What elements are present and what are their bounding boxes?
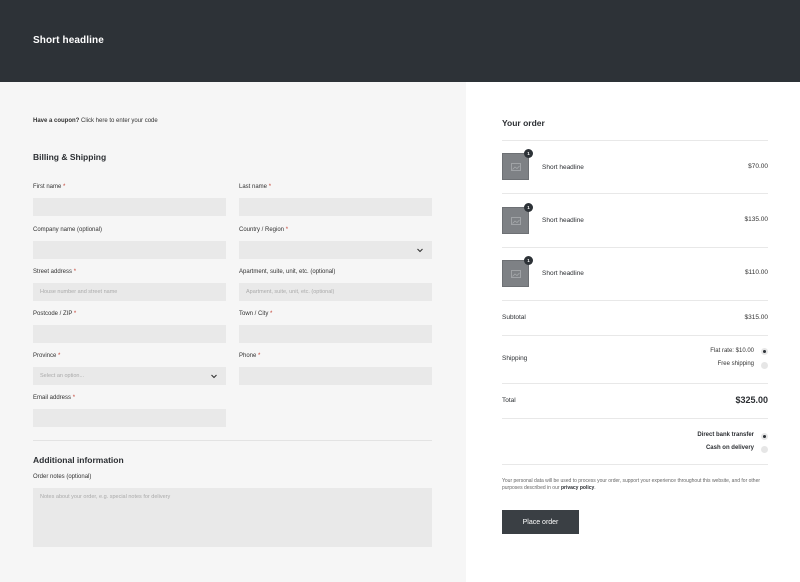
last-name-label: Last name *	[239, 184, 272, 190]
apartment-field[interactable]: Apartment, suite, unit, etc. (optional)	[239, 283, 432, 301]
payment-option-cod[interactable]: Cash on delivery	[706, 445, 754, 451]
town-field[interactable]	[239, 325, 432, 343]
shipping-option-free[interactable]: Free shipping	[718, 361, 754, 367]
product-thumbnail: 1	[502, 149, 533, 180]
postcode-field[interactable]	[33, 325, 226, 343]
item-price: $70.00	[748, 163, 768, 170]
item-name: Short headline	[542, 270, 584, 277]
item-price: $135.00	[744, 216, 769, 223]
section-divider	[33, 440, 432, 441]
subtotal-label: Subtotal	[502, 314, 526, 321]
order-notes-field[interactable]: Notes about your order, e.g. special not…	[33, 488, 432, 547]
town-label: Town / City *	[239, 311, 273, 317]
divider	[502, 247, 768, 248]
privacy-policy-link[interactable]: privacy policy	[561, 485, 594, 491]
province-placeholder: Select an option...	[40, 373, 85, 379]
product-thumbnail: 1	[502, 256, 533, 287]
order-notes-label: Order notes (optional)	[33, 474, 92, 480]
subtotal-value: $315.00	[744, 314, 769, 321]
quantity-badge: 1	[524, 256, 533, 265]
page-title: Short headline	[33, 35, 104, 46]
image-placeholder-icon	[511, 163, 521, 171]
payment-radio-bank[interactable]	[761, 433, 768, 440]
chevron-down-icon	[417, 248, 423, 253]
company-field[interactable]	[33, 241, 226, 259]
coupon-link[interactable]: Click here to enter your code	[81, 118, 158, 124]
street-field[interactable]: House number and street name	[33, 283, 226, 301]
email-label: Email address *	[33, 395, 76, 401]
privacy-text: Your personal data will be used to proce…	[502, 478, 761, 491]
first-name-field[interactable]	[33, 198, 226, 216]
payment-option-bank[interactable]: Direct bank transfer	[697, 432, 754, 438]
divider	[502, 300, 768, 301]
divider	[502, 464, 768, 465]
last-name-field[interactable]	[239, 198, 432, 216]
country-select[interactable]	[239, 241, 432, 259]
quantity-badge: 1	[524, 203, 533, 212]
order-title: Your order	[502, 118, 545, 128]
divider	[502, 140, 768, 141]
product-thumbnail: 1	[502, 203, 533, 234]
phone-label: Phone *	[239, 353, 261, 359]
image-placeholder-icon	[511, 217, 521, 225]
country-label: Country / Region *	[239, 227, 289, 233]
divider	[502, 383, 768, 384]
item-name: Short headline	[542, 164, 584, 171]
email-field[interactable]	[33, 409, 226, 427]
phone-field[interactable]	[239, 367, 432, 385]
item-price: $110.00	[744, 269, 768, 276]
coupon-prompt: Have a coupon?	[33, 118, 80, 124]
shipping-radio-free[interactable]	[761, 362, 768, 369]
divider	[502, 418, 768, 419]
apartment-label: Apartment, suite, unit, etc. (optional)	[239, 269, 336, 275]
chevron-down-icon	[211, 374, 217, 379]
street-label: Street address *	[33, 269, 77, 275]
item-name: Short headline	[542, 217, 584, 224]
shipping-radio-flat[interactable]	[761, 348, 768, 355]
divider	[502, 193, 768, 194]
province-select[interactable]: Select an option...	[33, 367, 226, 385]
image-placeholder-icon	[511, 270, 521, 278]
checkout-form: Have a coupon? Click here to enter your …	[0, 82, 466, 582]
company-label: Company name (optional)	[33, 227, 103, 233]
divider	[502, 335, 768, 336]
privacy-notice: Your personal data will be used to proce…	[502, 478, 761, 491]
quantity-badge: 1	[524, 149, 533, 158]
first-name-label: First name *	[33, 184, 66, 190]
shipping-label: Shipping	[502, 355, 528, 362]
shipping-option-flat[interactable]: Flat rate: $10.00	[710, 348, 754, 354]
total-value: $325.00	[735, 395, 768, 405]
billing-title: Billing & Shipping	[33, 152, 107, 162]
province-label: Province *	[33, 353, 61, 359]
place-order-button[interactable]: Place order	[502, 510, 579, 534]
page-header: Short headline	[0, 0, 800, 82]
total-label: Total	[502, 397, 516, 404]
additional-info-title: Additional information	[33, 455, 124, 465]
coupon-notice: Have a coupon? Click here to enter your …	[33, 118, 158, 124]
order-summary: Your order 1 Short headline $70.00 1 Sho…	[466, 82, 800, 582]
postcode-label: Postcode / ZIP *	[33, 311, 77, 317]
payment-radio-cod[interactable]	[761, 446, 768, 453]
